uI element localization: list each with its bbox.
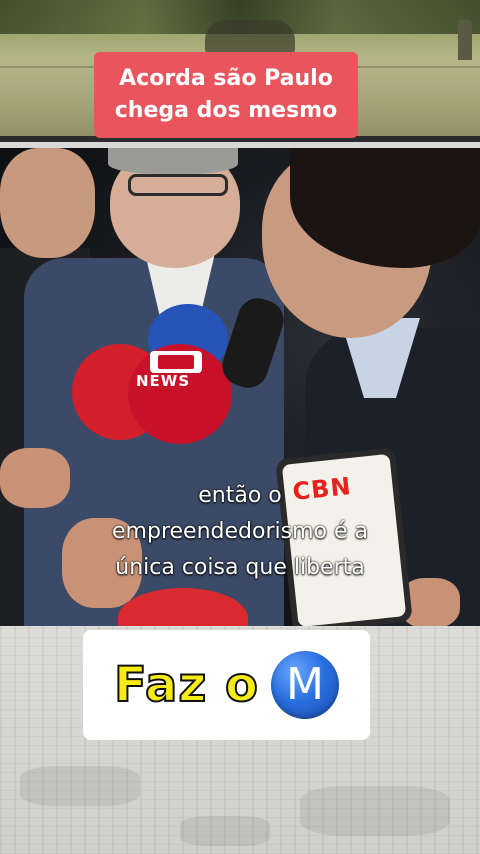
- video-subtitles: então o empreendedorismo é a única coisa…: [60, 478, 420, 586]
- texture-smudge: [20, 766, 140, 806]
- jp-logo-icon: [150, 351, 202, 373]
- m-badge-letter: M: [286, 659, 324, 710]
- top-caption-line-2: chega dos mesmo: [114, 98, 338, 123]
- person-middle-hair: [108, 148, 238, 174]
- jp-news-label: NEWS: [136, 372, 191, 390]
- video-frame[interactable]: NEWS CBN então o empreendedorismo é a ún…: [0, 148, 480, 626]
- glasses-icon: [128, 174, 228, 196]
- subtitle-line-3: única coisa que liberta: [115, 555, 365, 580]
- top-caption-line-1: Acorda são Paulo: [119, 66, 333, 91]
- tree-trunk: [205, 20, 295, 55]
- subtitle-line-1: então o: [198, 483, 282, 508]
- subtitle-line-2: empreendedorismo é a: [112, 519, 368, 544]
- texture-smudge: [180, 816, 270, 846]
- texture-smudge: [300, 786, 450, 836]
- cta-box[interactable]: Faz o M: [83, 630, 370, 740]
- person-left-face: [0, 148, 95, 258]
- cta-text: Faz o: [113, 656, 259, 714]
- top-caption-box: Acorda são Paulo chega dos mesmo: [94, 52, 358, 138]
- m-circle-icon: M: [271, 651, 339, 719]
